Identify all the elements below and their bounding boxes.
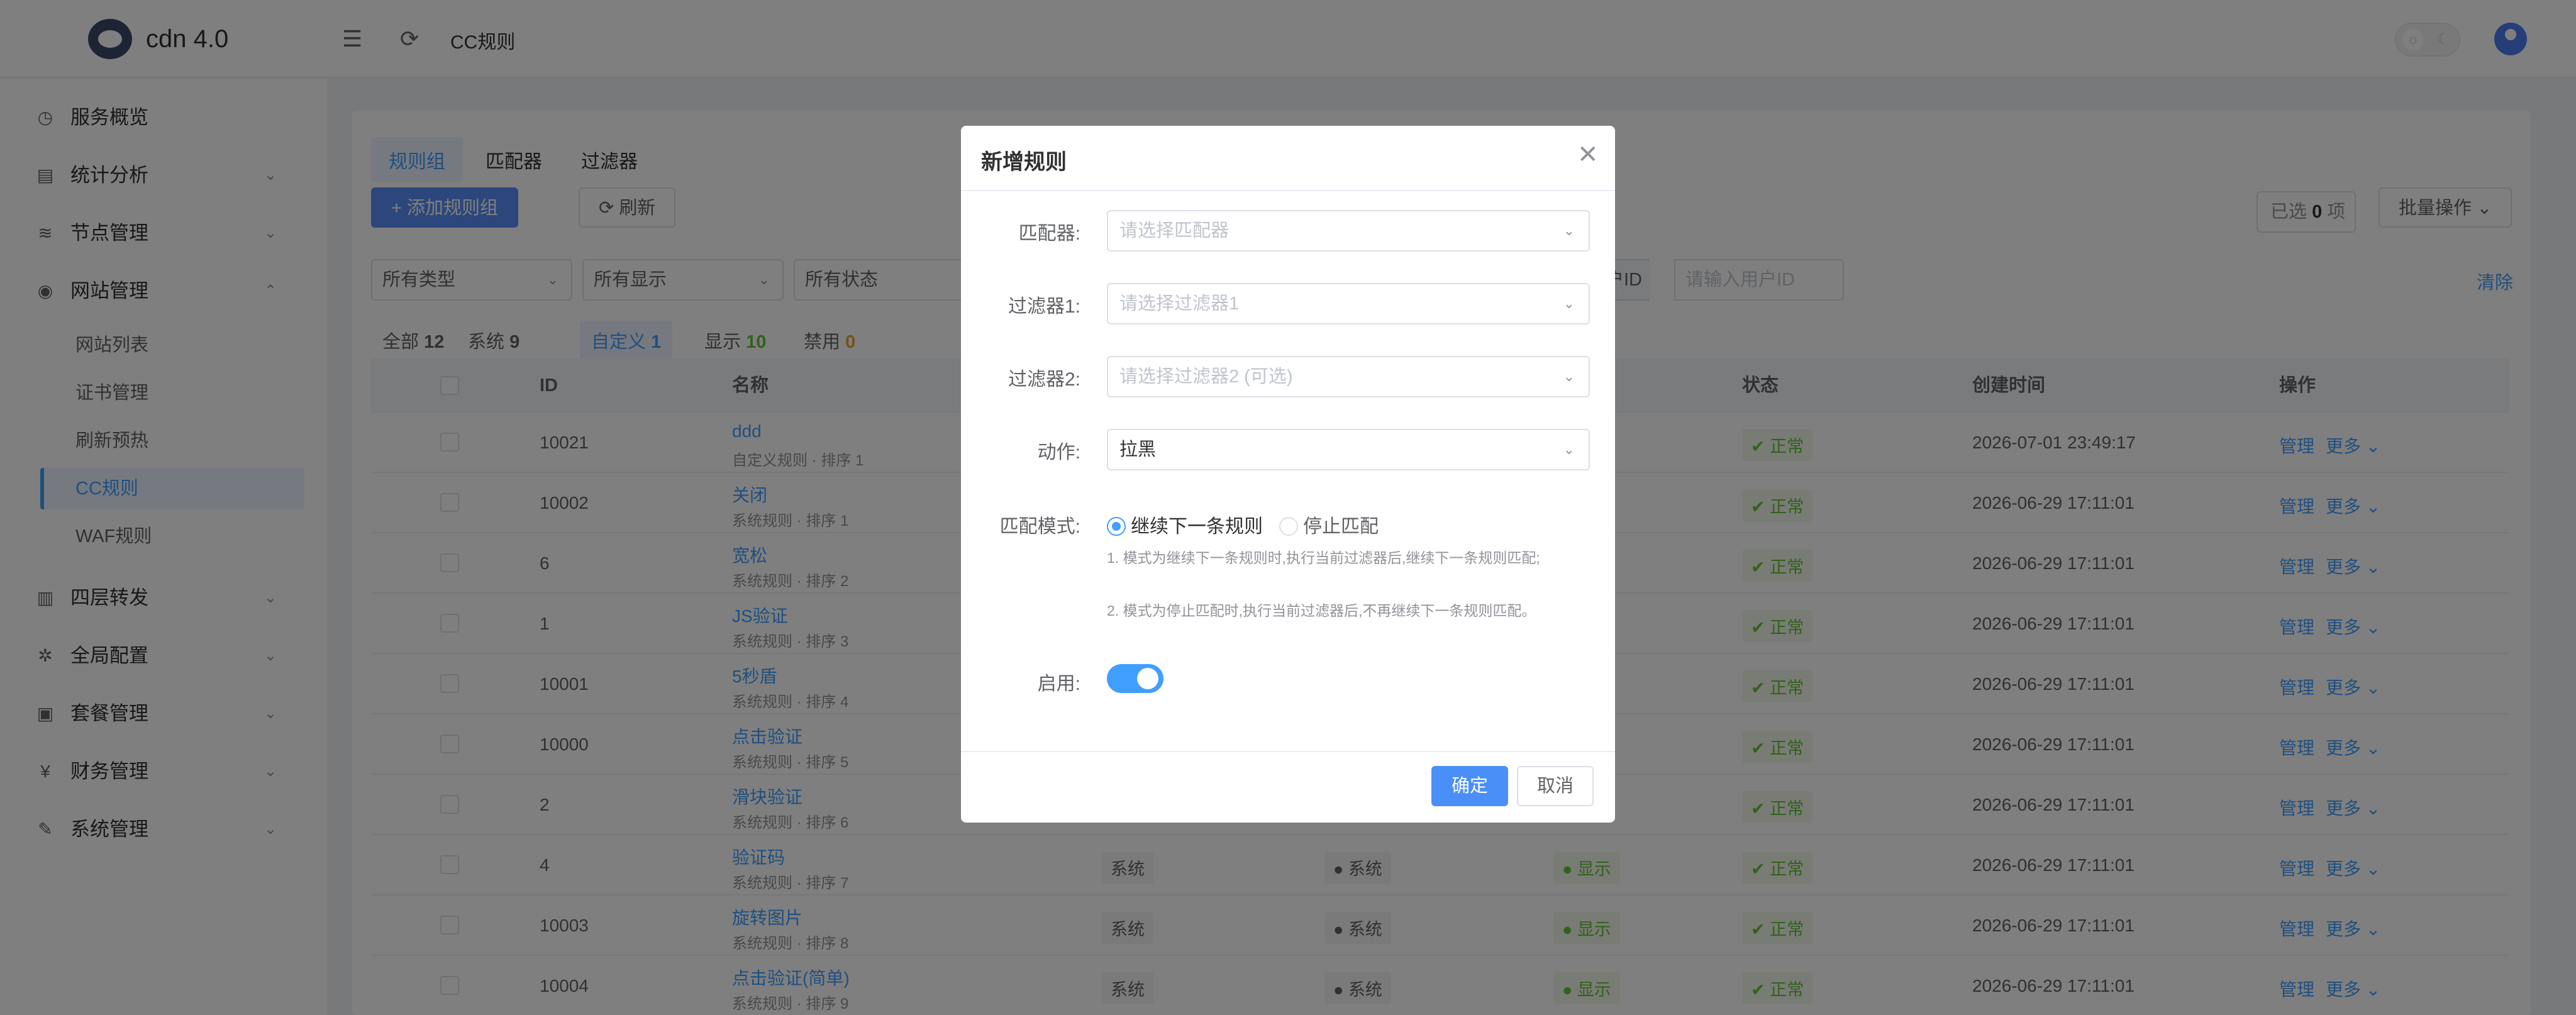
matcher-select[interactable]: 请选择匹配器 ⌄ — [1107, 210, 1590, 252]
radio-label: 停止匹配 — [1303, 516, 1379, 537]
chevron-down-icon: ⌄ — [1563, 223, 1575, 238]
chevron-down-icon: ⌄ — [1563, 296, 1575, 311]
filter2-label: 过滤器2: — [1008, 369, 1080, 390]
radio-label: 继续下一条规则 — [1131, 516, 1263, 537]
matcher-placeholder: 请选择匹配器 — [1119, 221, 1230, 241]
enable-label: 启用: — [1037, 674, 1080, 694]
action-select[interactable]: 拉黑 ⌄ — [1107, 429, 1590, 470]
filter1-placeholder: 请选择过滤器1 — [1119, 294, 1240, 314]
matcher-label: 匹配器: — [1018, 223, 1080, 244]
mode-help-1: 1. 模式为继续下一条规则时,执行当前过滤器后,继续下一条规则匹配; — [1107, 550, 1540, 566]
confirm-button[interactable]: 确定 — [1431, 766, 1509, 806]
cancel-button[interactable]: 取消 — [1517, 766, 1594, 806]
chevron-down-icon: ⌄ — [1563, 441, 1575, 457]
mode-radio-stop[interactable]: 停止匹配 — [1279, 511, 1379, 538]
mode-label: 匹配模式: — [999, 516, 1080, 537]
radio-dot — [1107, 517, 1126, 536]
action-value: 拉黑 — [1119, 440, 1157, 460]
add-rule-dialog: 新增规则 ✕ 匹配器: 请选择匹配器 ⌄ 过滤器1: 请选择过滤器1 ⌄ 过滤器… — [961, 126, 1615, 823]
enable-switch[interactable] — [1107, 664, 1163, 693]
dialog-footer-divider — [961, 751, 1615, 752]
filter1-label: 过滤器1: — [1008, 296, 1080, 317]
filter2-select[interactable]: 请选择过滤器2 (可选) ⌄ — [1107, 356, 1590, 397]
filter1-select[interactable]: 请选择过滤器1 ⌄ — [1107, 283, 1590, 324]
close-icon[interactable]: ✕ — [1577, 142, 1599, 167]
radio-dot — [1279, 517, 1298, 536]
filter2-placeholder: 请选择过滤器2 (可选) — [1119, 367, 1293, 387]
chevron-down-icon: ⌄ — [1563, 369, 1575, 384]
action-label: 动作: — [1037, 442, 1080, 463]
mode-help-2: 2. 模式为停止匹配时,执行当前过滤器后,不再继续下一条规则匹配。 — [1107, 602, 1536, 619]
dialog-title: 新增规则 — [981, 150, 1067, 174]
mode-radio-continue[interactable]: 继续下一条规则 — [1107, 511, 1263, 538]
dialog-header-divider — [961, 190, 1615, 191]
